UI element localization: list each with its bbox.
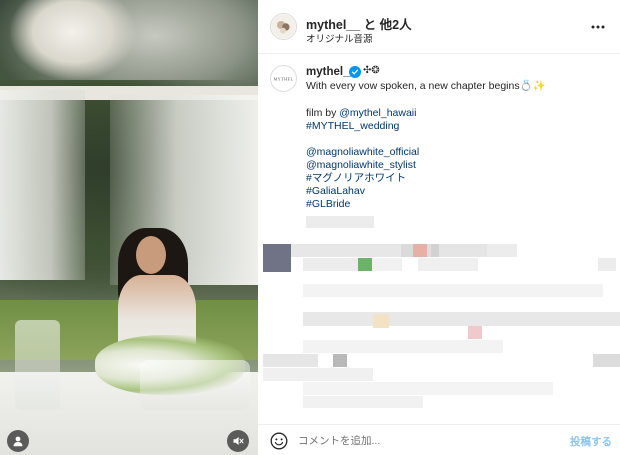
hashtag-galialahav[interactable]: #GaliaLahav [306, 185, 365, 198]
hashtag-magnolia-white-jp[interactable]: #マグノリアホワイト [306, 172, 406, 185]
mention-magnoliawhite-official[interactable]: @magnoliawhite_official [306, 146, 419, 159]
caption-symbols: ✣❂ [363, 65, 380, 76]
person-tag-icon [13, 436, 23, 447]
svg-text:MYTHEL: MYTHEL [274, 76, 294, 81]
mythel-logo-icon: MYTHEL [271, 66, 296, 91]
profile-avatar-icon [271, 14, 296, 39]
caption-film-credit: film by @mythel_hawaii [306, 107, 416, 120]
obscured-comments-area [258, 236, 620, 421]
mute-toggle-button[interactable] [227, 430, 249, 452]
post-header: mythel__ と 他2人 オリジナル音源 [258, 0, 620, 54]
tagged-users-button[interactable] [7, 430, 29, 452]
caption-line-1: With every vow spoken, a new chapter beg… [306, 80, 546, 92]
hashtag-mythel-wedding[interactable]: #MYTHEL_wedding [306, 120, 399, 133]
media-drape-left [0, 90, 85, 280]
mention-mythel-hawaii[interactable]: @mythel_hawaii [339, 107, 416, 119]
audio-name[interactable]: オリジナル音源 [306, 31, 373, 45]
caption-avatar[interactable]: MYTHEL [270, 65, 297, 92]
comment-composer: 投稿する [258, 424, 620, 455]
film-by-text: film by [306, 107, 340, 119]
media-glassware-left [15, 320, 60, 410]
checkmark-icon [351, 69, 359, 75]
header-avatar[interactable] [270, 13, 297, 40]
post-media[interactable] [0, 0, 258, 455]
more-options-icon [591, 25, 605, 29]
verified-badge-icon [349, 66, 361, 78]
post-comment-button[interactable]: 投稿する [570, 434, 612, 449]
more-options-button[interactable] [587, 18, 609, 36]
comment-input[interactable] [298, 432, 558, 450]
media-chandelier [10, 0, 135, 80]
media-glassware-right [140, 360, 250, 410]
mention-magnoliawhite-stylist[interactable]: @magnoliawhite_stylist [306, 159, 416, 172]
muted-speaker-icon [233, 437, 244, 445]
caption-timestamp-obscured [306, 216, 374, 228]
media-bride-face [136, 236, 166, 274]
hashtag-glbride[interactable]: #GLBride [306, 198, 350, 211]
emoji-smiley-icon[interactable] [270, 432, 288, 450]
post-detail-panel: mythel__ と 他2人 オリジナル音源 MYTHEL mythel__ ✣… [258, 0, 620, 455]
